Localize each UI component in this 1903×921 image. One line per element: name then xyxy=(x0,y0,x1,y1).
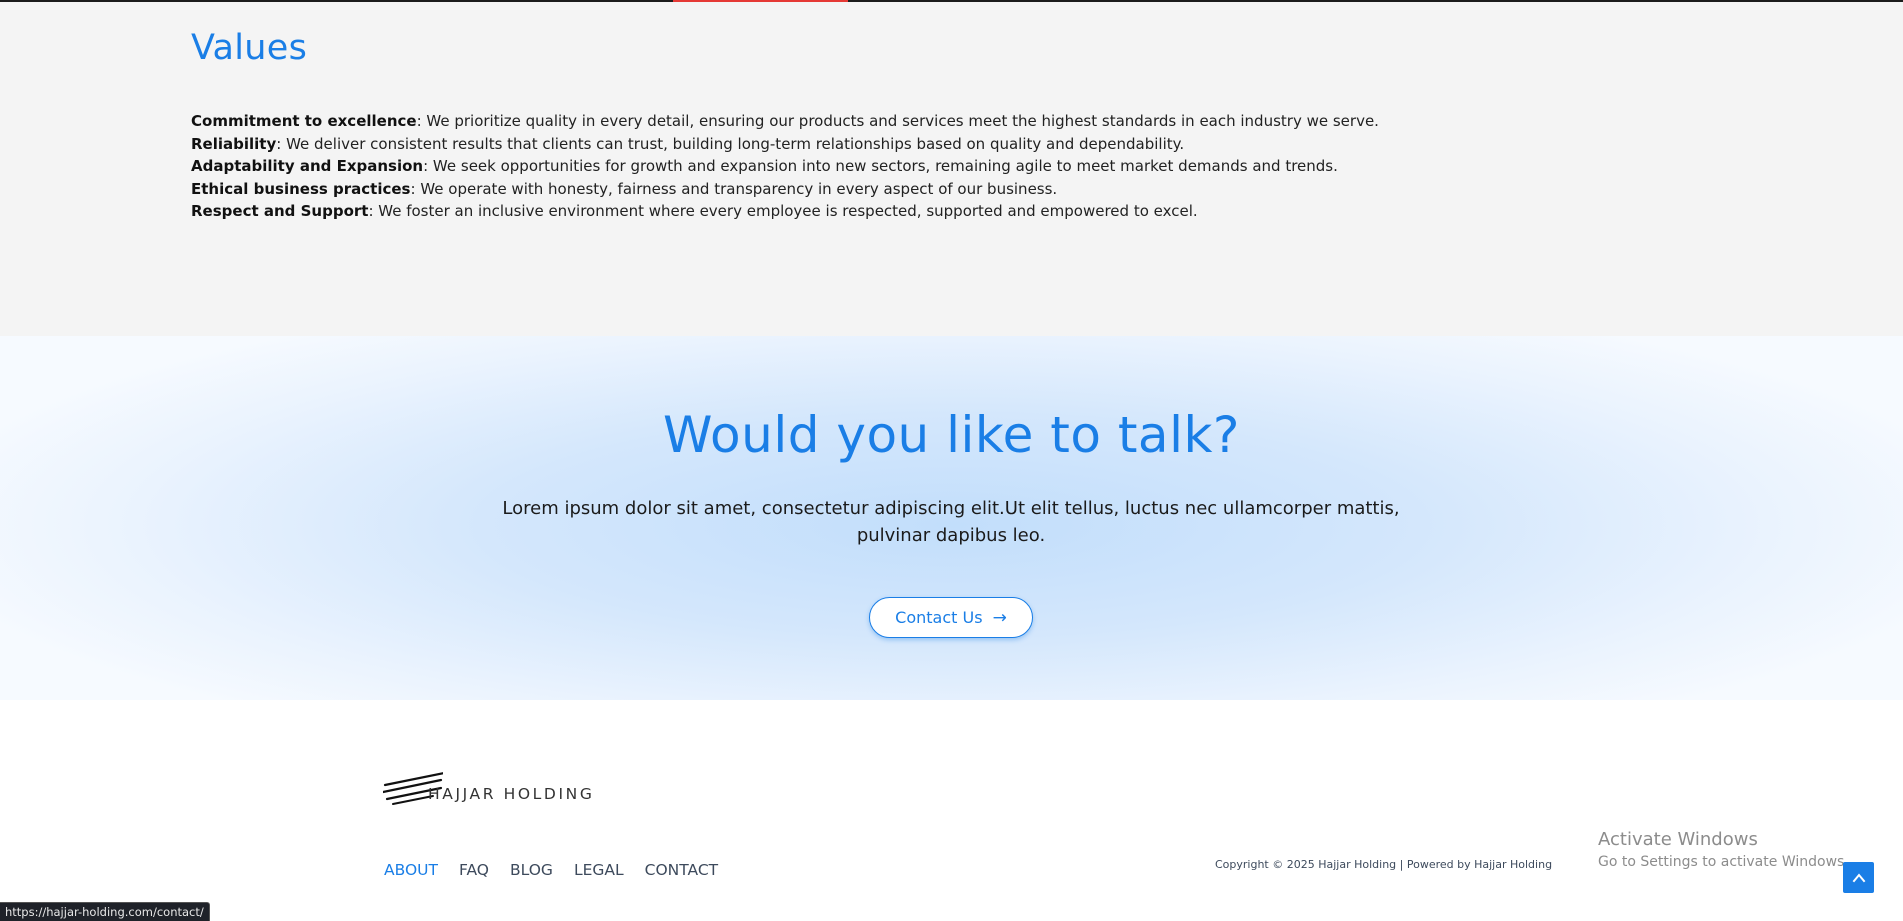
footer-link-legal[interactable]: LEGAL xyxy=(574,861,624,879)
contact-us-button[interactable]: Contact Us → xyxy=(869,597,1033,638)
copyright-text: Copyright © 2025 Hajjar Holding | Powere… xyxy=(1215,858,1553,871)
browser-status-url: https://hajjar-holding.com/contact/ xyxy=(0,902,210,921)
value-description: : We deliver consistent results that cli… xyxy=(276,134,1185,153)
contact-cta-section: Would you like to talk? Lorem ipsum dolo… xyxy=(0,336,1903,700)
site-footer: HAJJAR HOLDING ABOUT FAQ BLOG LEGAL CONT… xyxy=(0,700,1903,920)
footer-link-faq[interactable]: FAQ xyxy=(459,861,489,879)
chevron-up-icon xyxy=(1852,872,1865,882)
cta-text-line-2: pulvinar dapibus leo. xyxy=(856,525,1046,546)
logo-wordmark: HAJJAR HOLDING xyxy=(428,785,595,803)
values-list: Commitment to excellence: We prioritize … xyxy=(191,110,1691,223)
value-item: Reliability: We deliver consistent resul… xyxy=(191,133,1691,156)
value-term: Ethical business practices xyxy=(191,179,411,198)
footer-link-contact[interactable]: CONTACT xyxy=(645,861,719,879)
value-item: Commitment to excellence: We prioritize … xyxy=(191,110,1691,133)
cta-heading: Would you like to talk? xyxy=(663,406,1240,464)
watermark-title: Activate Windows xyxy=(1598,829,1758,850)
value-item: Respect and Support: We foster an inclus… xyxy=(191,200,1691,223)
values-heading: Values xyxy=(191,28,308,68)
value-term: Commitment to excellence xyxy=(191,112,417,130)
value-description: : We prioritize quality in every detail,… xyxy=(416,112,1379,130)
footer-link-blog[interactable]: BLOG xyxy=(510,861,553,879)
values-section: Values Commitment to excellence: We prio… xyxy=(0,2,1903,336)
value-description: : We seek opportunities for growth and e… xyxy=(423,157,1338,175)
contact-us-label: Contact Us xyxy=(895,608,983,627)
arrow-right-icon: → xyxy=(992,607,1007,628)
value-term: Reliability xyxy=(191,134,277,153)
footer-link-about[interactable]: ABOUT xyxy=(384,861,438,879)
value-term: Adaptability and Expansion xyxy=(191,157,424,175)
watermark-subtitle: Go to Settings to activate Windows. xyxy=(1598,854,1849,870)
activate-windows-watermark: Activate Windows Go to Settings to activ… xyxy=(1598,829,1849,873)
value-description: : We operate with honesty, fairness and … xyxy=(410,179,1058,198)
value-item: Adaptability and Expansion: We seek oppo… xyxy=(191,155,1691,178)
scroll-to-top-button[interactable] xyxy=(1843,862,1874,893)
cta-text-line-1: Lorem ipsum dolor sit amet, consectetur … xyxy=(502,498,1400,519)
hajjar-holding-logo[interactable]: HAJJAR HOLDING xyxy=(383,771,592,807)
value-item: Ethical business practices: We operate w… xyxy=(191,178,1691,201)
cta-text: Lorem ipsum dolor sit amet, consectetur … xyxy=(501,495,1401,549)
footer-nav: ABOUT FAQ BLOG LEGAL CONTACT xyxy=(384,861,718,879)
value-term: Respect and Support xyxy=(191,202,369,220)
value-description: : We foster an inclusive environment whe… xyxy=(368,202,1198,220)
